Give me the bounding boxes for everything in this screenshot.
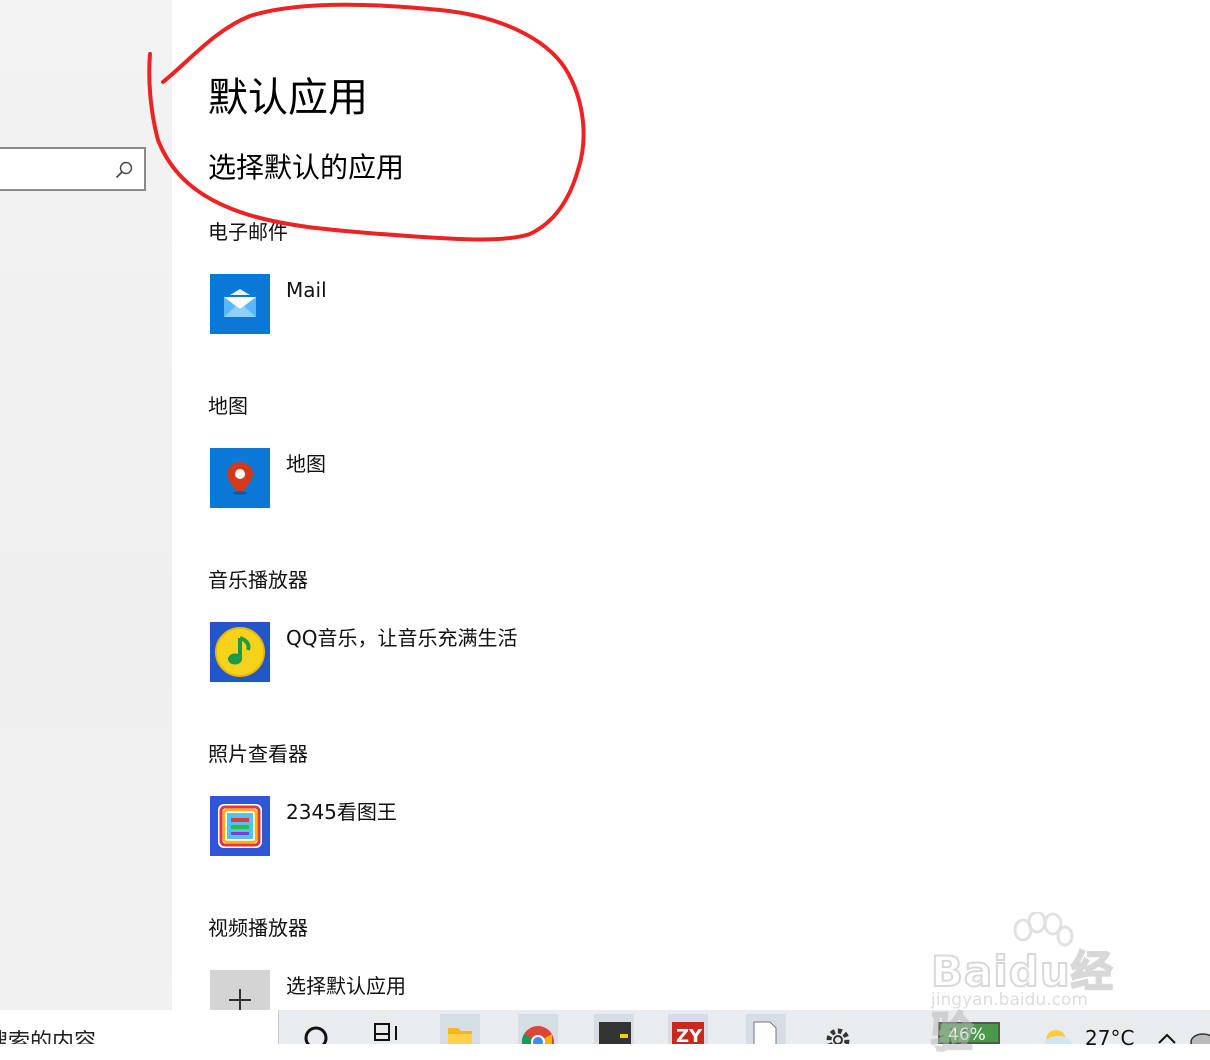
file-explorer-icon[interactable] bbox=[440, 1014, 480, 1044]
chrome-icon[interactable] bbox=[518, 1014, 558, 1044]
baidu-watermark: Baidu经验 jingyan.baidu.com bbox=[925, 912, 1155, 1058]
task-view-icon[interactable] bbox=[366, 1014, 406, 1044]
map-pin-icon bbox=[210, 448, 270, 508]
qq-music-icon bbox=[210, 622, 270, 682]
app-name-email: Mail bbox=[286, 278, 327, 302]
app-name-photos: 2345看图王 bbox=[286, 800, 397, 824]
default-maps-app-button[interactable]: 地图 bbox=[210, 448, 810, 510]
section-label-email: 电子邮件 bbox=[208, 220, 288, 244]
settings-sidebar bbox=[0, 0, 172, 1044]
default-music-app-button[interactable]: QQ音乐，让音乐充满生活 bbox=[210, 622, 810, 684]
zy-app-icon[interactable]: ZY bbox=[668, 1014, 708, 1044]
settings-search-input[interactable] bbox=[0, 147, 146, 191]
section-label-photos: 照片查看器 bbox=[208, 742, 308, 766]
mail-icon bbox=[210, 274, 270, 334]
search-icon[interactable] bbox=[114, 160, 134, 180]
watermark-url: jingyan.baidu.com bbox=[931, 990, 1088, 1010]
app-name-video: 选择默认应用 bbox=[286, 974, 406, 998]
search-icon[interactable] bbox=[296, 1014, 336, 1044]
section-label-video: 视频播放器 bbox=[208, 916, 308, 940]
app-name-maps: 地图 bbox=[286, 452, 326, 476]
app-name-music: QQ音乐，让音乐充满生活 bbox=[286, 626, 518, 650]
taskbar-search-text: 搜索的内容 bbox=[0, 1030, 97, 1044]
page-title: 默认应用 bbox=[208, 75, 368, 121]
app-icon[interactable] bbox=[594, 1014, 634, 1044]
section-label-maps: 地图 bbox=[208, 394, 248, 418]
default-photo-app-button[interactable]: 2345看图王 bbox=[210, 796, 810, 858]
taskbar-search-box[interactable]: 搜索的内容 bbox=[0, 1010, 279, 1044]
2345-viewer-icon bbox=[210, 796, 270, 856]
chevron-up-icon[interactable] bbox=[1156, 1030, 1178, 1044]
default-email-app-button[interactable]: Mail bbox=[210, 274, 810, 336]
cloud-icon[interactable] bbox=[1188, 1030, 1210, 1044]
section-label-music: 音乐播放器 bbox=[208, 568, 308, 592]
document-icon[interactable] bbox=[746, 1014, 786, 1044]
settings-icon[interactable] bbox=[818, 1014, 858, 1044]
page-subtitle: 选择默认的应用 bbox=[208, 151, 405, 184]
svg-text:ZY: ZY bbox=[676, 1026, 703, 1044]
